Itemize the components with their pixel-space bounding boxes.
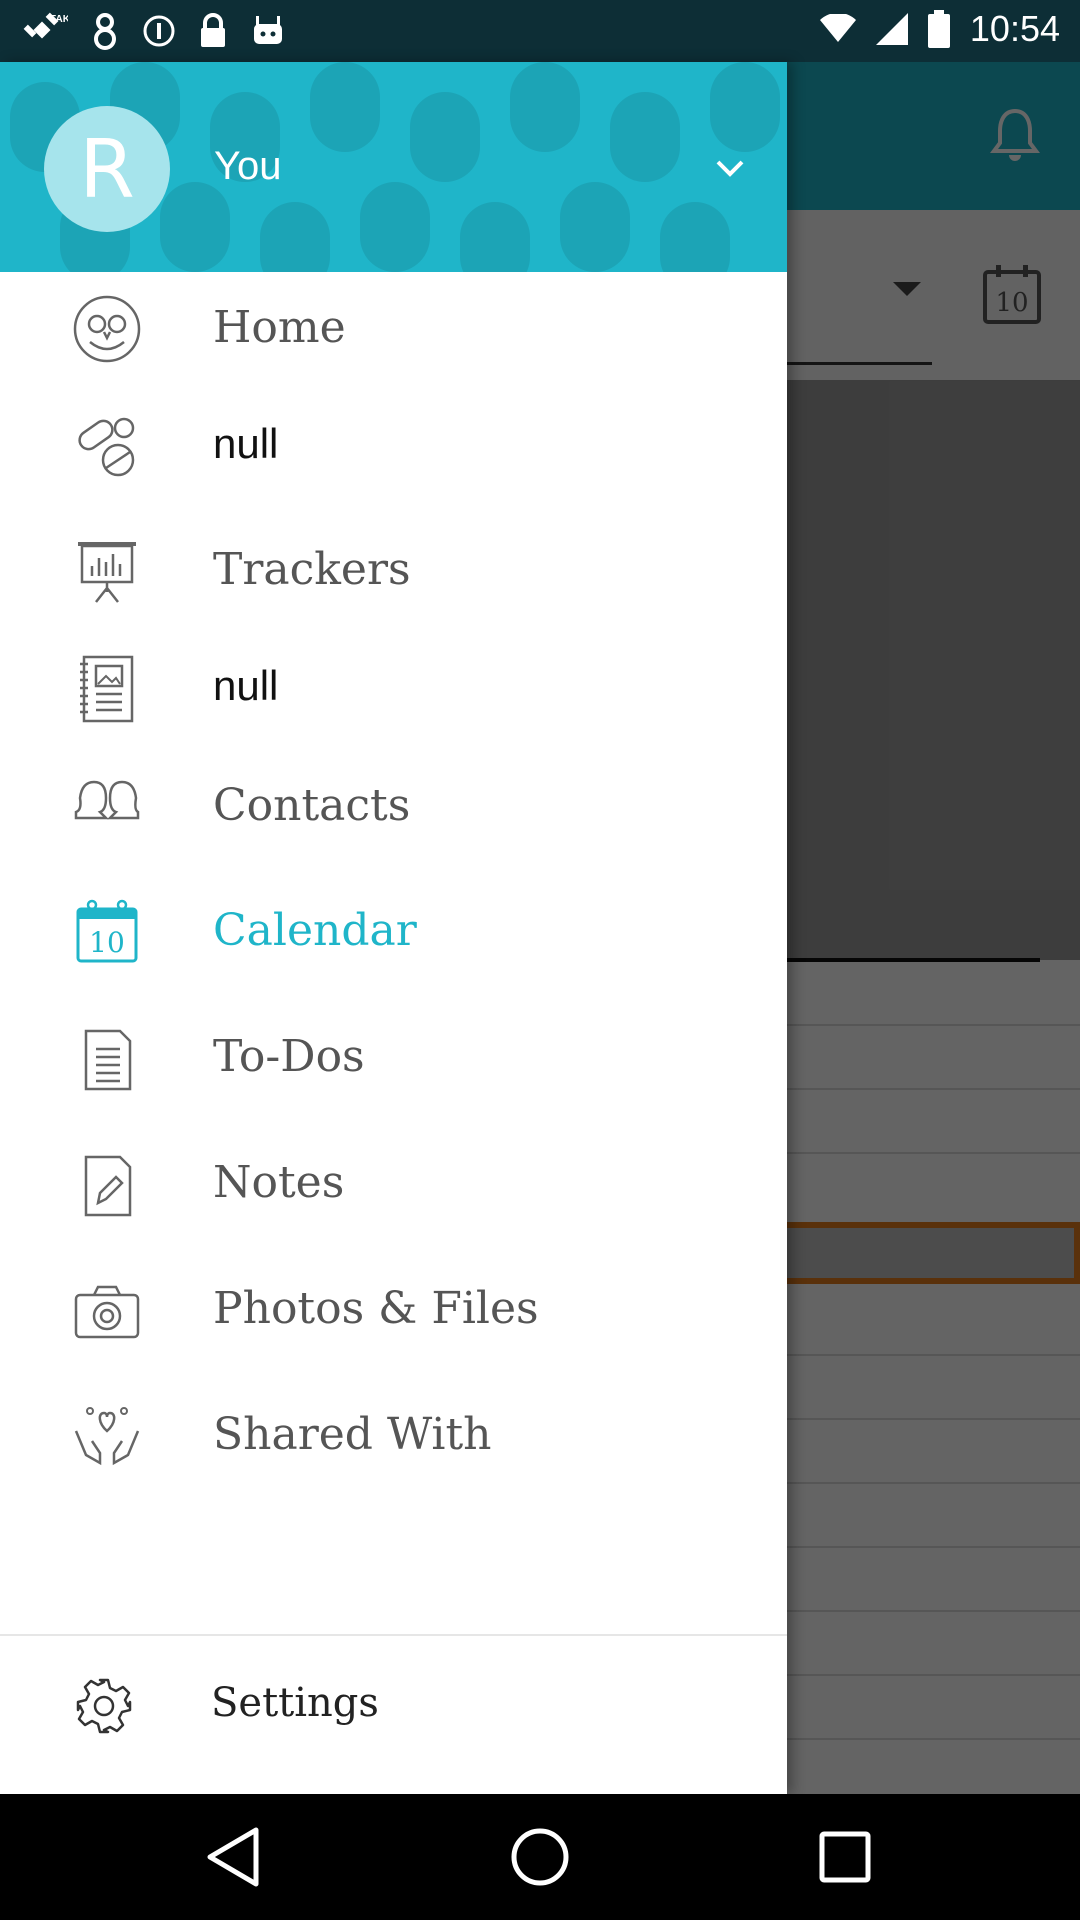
menu-item-label: Photos & Files xyxy=(213,1283,539,1334)
menu-item-photos-files[interactable]: Photos & Files xyxy=(0,1253,787,1363)
home-circle-icon[interactable] xyxy=(505,1822,575,1892)
menu-item-calendar[interactable]: 10 Calendar xyxy=(0,875,787,985)
android-icon xyxy=(254,16,282,44)
menu-item-notes[interactable]: Notes xyxy=(0,1127,787,1237)
navigation-drawer: R You Home null Trackers null Contacts 1… xyxy=(0,62,787,1794)
wifi-icon xyxy=(819,14,856,42)
status-right: 10:54 xyxy=(819,8,1060,50)
menu-item-label: Notes xyxy=(213,1157,345,1208)
menu-item-settings[interactable]: Settings xyxy=(0,1640,787,1770)
camera-icon xyxy=(74,1285,140,1339)
back-icon[interactable] xyxy=(200,1822,270,1892)
menu-item-label: Calendar xyxy=(213,905,417,956)
fake-gps-icon: FAKE xyxy=(23,12,68,39)
account-name[interactable]: You xyxy=(214,144,282,189)
svg-text:FAKE: FAKE xyxy=(50,14,68,25)
settings-divider xyxy=(0,1634,787,1636)
note-pencil-icon xyxy=(84,1155,132,1217)
menu-item-label: Home xyxy=(213,302,346,353)
lock-icon xyxy=(201,13,225,47)
status-time: 10:54 xyxy=(969,8,1060,49)
owl-icon xyxy=(73,295,141,363)
chevron-down-icon[interactable] xyxy=(712,156,748,182)
system-nav-bar xyxy=(0,1794,1080,1920)
contacts-icon xyxy=(74,780,140,820)
status-bar: FAKE 10:54 xyxy=(0,0,1080,62)
guitar-app-icon xyxy=(94,13,116,50)
menu-item-label: Shared With xyxy=(213,1409,492,1460)
avatar[interactable]: R xyxy=(44,106,170,232)
menu-item-journal[interactable]: null xyxy=(0,632,787,742)
info-icon xyxy=(143,15,175,47)
menu-item-label: Contacts xyxy=(213,780,411,831)
battery-icon xyxy=(927,10,950,48)
calendar-icon: 10 xyxy=(76,899,138,963)
menu-item-trackers[interactable]: Trackers xyxy=(0,514,787,624)
recents-icon[interactable] xyxy=(810,1822,880,1892)
settings-label: Settings xyxy=(211,1680,379,1726)
menu-item-home[interactable]: Home xyxy=(0,272,787,382)
menu-item-label: To-Dos xyxy=(213,1031,365,1082)
menu-item-medications[interactable]: null xyxy=(0,390,787,500)
signal-icon xyxy=(875,13,908,45)
status-icons: FAKE xyxy=(22,10,286,52)
menu-item-label: null xyxy=(213,662,279,709)
gear-icon xyxy=(76,1678,132,1734)
pills-icon xyxy=(78,417,135,477)
menu-item-contacts[interactable]: Contacts xyxy=(0,750,787,860)
menu-item-label: Trackers xyxy=(213,544,411,595)
calendar-icon-day: 10 xyxy=(89,926,125,959)
menu-item-shared-with[interactable]: Shared With xyxy=(0,1379,787,1489)
document-list-icon xyxy=(84,1029,132,1091)
journal-icon xyxy=(80,655,134,723)
chart-board-icon xyxy=(78,542,136,603)
menu-item-todos[interactable]: To-Dos xyxy=(0,1001,787,1111)
menu-item-label: null xyxy=(213,420,279,467)
hands-heart-icon xyxy=(74,1407,140,1466)
drawer-header: R You xyxy=(0,62,787,272)
